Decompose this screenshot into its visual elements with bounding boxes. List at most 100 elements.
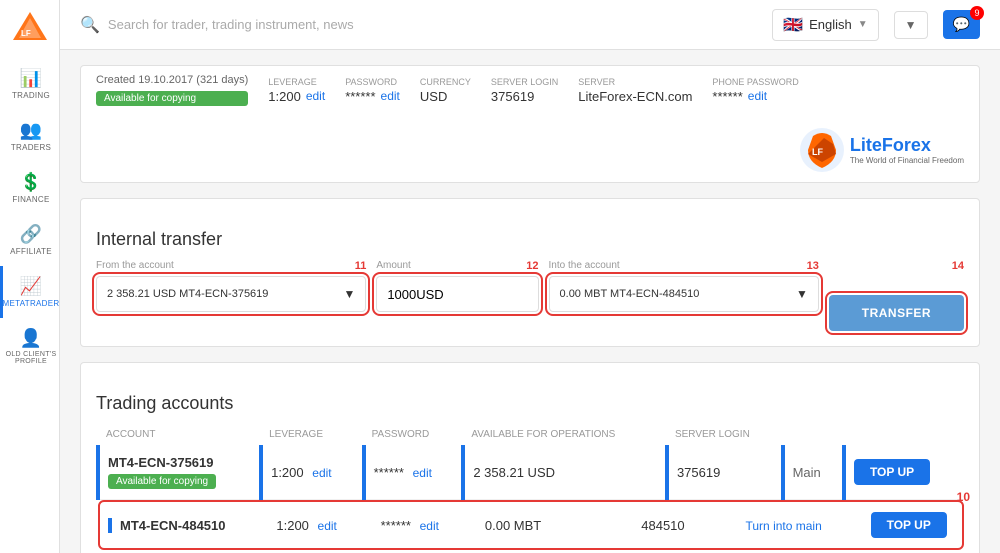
password-edit-link[interactable]: edit — [381, 89, 400, 103]
step-14-label: 14 — [952, 260, 964, 272]
row1-password-edit[interactable]: edit — [413, 466, 432, 480]
transfer-button[interactable]: TRANSFER — [829, 295, 964, 331]
sidebar-item-traders[interactable]: 👥 TRADERS — [0, 110, 59, 162]
old-client-label: OLD CLIENT'S PROFILE — [3, 351, 59, 365]
account-bar: Created 19.10.2017 (321 days) Available … — [80, 65, 980, 183]
liteforex-logo: LF LiteForex The World of Financial Free… — [798, 126, 964, 174]
into-account-value: 0.00 MBT MT4-ECN-484510 — [560, 288, 700, 300]
liteforex-name: LiteForex — [850, 135, 964, 156]
col-leverage: LEVERAGE — [261, 424, 364, 445]
liteforex-logo-icon: LF — [798, 126, 846, 174]
chat-badge: 9 — [970, 6, 984, 20]
row2-password: ****** edit — [381, 518, 485, 533]
row2-account: MT4-ECN-484510 — [120, 518, 276, 533]
main-area: 🔍 Search for trader, trading instrument,… — [60, 0, 1000, 553]
from-account-select[interactable]: 2 358.21 USD MT4-ECN-375619 ▼ — [96, 276, 366, 312]
created-date: Created 19.10.2017 (321 days) — [96, 74, 248, 86]
step-10-badge: 10 — [957, 490, 970, 504]
col-password: PASSWORD — [364, 424, 464, 445]
trading-accounts-section: Trading accounts ACCOUNT LEVERAGE PASSWO… — [80, 362, 980, 553]
leverage-edit-link[interactable]: edit — [306, 89, 325, 103]
row1-leverage-edit[interactable]: edit — [312, 466, 331, 480]
step-11-label: 11 — [355, 260, 367, 273]
row2-password-edit[interactable]: edit — [420, 519, 439, 533]
into-account-chevron: ▼ — [796, 287, 808, 301]
col-server-login: SERVER LOGIN — [667, 424, 783, 445]
row2-turn-main: Turn into main — [746, 518, 871, 533]
into-account-field: Into the account 13 0.00 MBT MT4-ECN-484… — [549, 260, 819, 312]
sidebar-logo: LF — [11, 10, 49, 48]
col-action2 — [844, 424, 964, 445]
sidebar-item-old-client[interactable]: 👤 OLD CLIENT'S PROFILE — [0, 318, 59, 375]
row2-available: 0.00 MBT — [485, 518, 641, 533]
sidebar-item-finance[interactable]: 💲 FINANCE — [0, 162, 59, 214]
phone-password-edit-link[interactable]: edit — [748, 89, 767, 103]
available-badge: Available for copying — [96, 91, 248, 106]
row2-leverage-edit[interactable]: edit — [318, 519, 337, 533]
row1-topup-button[interactable]: TOP UP — [854, 459, 930, 485]
row1-main: Main — [783, 445, 844, 500]
old-client-icon: 👤 — [20, 328, 42, 349]
liteforex-tagline: The World of Financial Freedom — [850, 156, 964, 165]
flag-icon: 🇬🇧 — [783, 15, 803, 35]
col-available: AVAILABLE FOR OPERATIONS — [463, 424, 667, 445]
language-label: English — [809, 17, 852, 32]
trading-icon: 📊 — [20, 68, 42, 89]
phone-password-detail: PHONE PASSWORD ****** edit — [712, 77, 798, 104]
row2-topup-button[interactable]: TOP UP — [871, 512, 947, 538]
sidebar: LF 📊 TRADING 👥 TRADERS 💲 FINANCE 🔗 AFFIL… — [0, 0, 60, 553]
search-icon: 🔍 — [80, 15, 100, 35]
amount-field: Amount 12 — [376, 260, 538, 312]
affiliate-icon: 🔗 — [20, 224, 42, 245]
internal-transfer-section: Internal transfer From the account 11 2 … — [80, 198, 980, 347]
sidebar-item-metatrader[interactable]: 📈 METATRADER — [0, 266, 59, 318]
row1-topup: TOP UP — [844, 445, 964, 500]
row1-leverage: 1:200 edit — [261, 445, 364, 500]
from-account-value: 2 358.21 USD MT4-ECN-375619 — [107, 288, 268, 300]
trading-accounts-title: Trading accounts — [96, 393, 964, 414]
row1-account: MT4-ECN-375619 Available for copying — [98, 445, 261, 500]
step-13-label: 13 — [807, 260, 819, 273]
into-account-select[interactable]: 0.00 MBT MT4-ECN-484510 ▼ — [549, 276, 819, 312]
amount-input[interactable] — [376, 276, 538, 312]
table-row: MT4-ECN-375619 Available for copying 1:2… — [98, 445, 964, 500]
language-selector[interactable]: 🇬🇧 English ▼ — [772, 9, 878, 41]
turn-into-main-link[interactable]: Turn into main — [746, 519, 822, 533]
content-area: Created 19.10.2017 (321 days) Available … — [60, 50, 1000, 553]
svg-text:LF: LF — [21, 29, 31, 38]
table-header: ACCOUNT LEVERAGE PASSWORD AVAILABLE FOR … — [98, 424, 964, 445]
sidebar-item-affiliate[interactable]: 🔗 AFFILIATE — [0, 214, 59, 266]
col-action1 — [783, 424, 844, 445]
finance-icon: 💲 — [20, 172, 42, 193]
row1-available: 2 358.21 USD — [463, 445, 667, 500]
trading-accounts-table: ACCOUNT LEVERAGE PASSWORD AVAILABLE FOR … — [96, 424, 964, 550]
traders-icon: 👥 — [20, 120, 42, 141]
arrow-down-button[interactable]: ▼ — [894, 11, 928, 39]
internal-transfer-title: Internal transfer — [96, 229, 964, 250]
table-row: 10 MT4-ECN-484510 1:200 edit ****** — [98, 500, 964, 551]
row2-server-login: 484510 — [641, 518, 745, 533]
sidebar-item-trading[interactable]: 📊 TRADING — [0, 58, 59, 110]
from-account-field: From the account 11 2 358.21 USD MT4-ECN… — [96, 260, 366, 312]
chevron-down-icon: ▼ — [858, 19, 868, 30]
search-bar: 🔍 Search for trader, trading instrument,… — [80, 15, 757, 35]
step-12-label: 12 — [526, 260, 538, 273]
server-detail: SERVER LiteForex-ECN.com — [578, 77, 692, 104]
from-account-chevron: ▼ — [343, 287, 355, 301]
search-placeholder: Search for trader, trading instrument, n… — [108, 17, 354, 32]
row1-badge: Available for copying — [108, 474, 216, 489]
metatrader-icon: 📈 — [20, 276, 42, 297]
leverage-detail: LEVERAGE 1:200 edit — [268, 77, 325, 104]
transfer-btn-container: 14 TRANSFER — [829, 260, 964, 331]
row1-password: ****** edit — [364, 445, 464, 500]
row2-leverage: 1:200 edit — [276, 518, 380, 533]
topbar: 🔍 Search for trader, trading instrument,… — [60, 0, 1000, 50]
server-login-detail: SERVER LOGIN 375619 — [491, 77, 558, 104]
currency-detail: CURRENCY USD — [420, 77, 471, 104]
password-detail: PASSWORD ****** edit — [345, 77, 400, 104]
row2-topup-cell: TOP UP — [871, 512, 954, 538]
svg-text:LF: LF — [812, 147, 823, 157]
row1-server-login: 375619 — [667, 445, 783, 500]
transfer-row: From the account 11 2 358.21 USD MT4-ECN… — [96, 260, 964, 331]
col-account: ACCOUNT — [98, 424, 261, 445]
